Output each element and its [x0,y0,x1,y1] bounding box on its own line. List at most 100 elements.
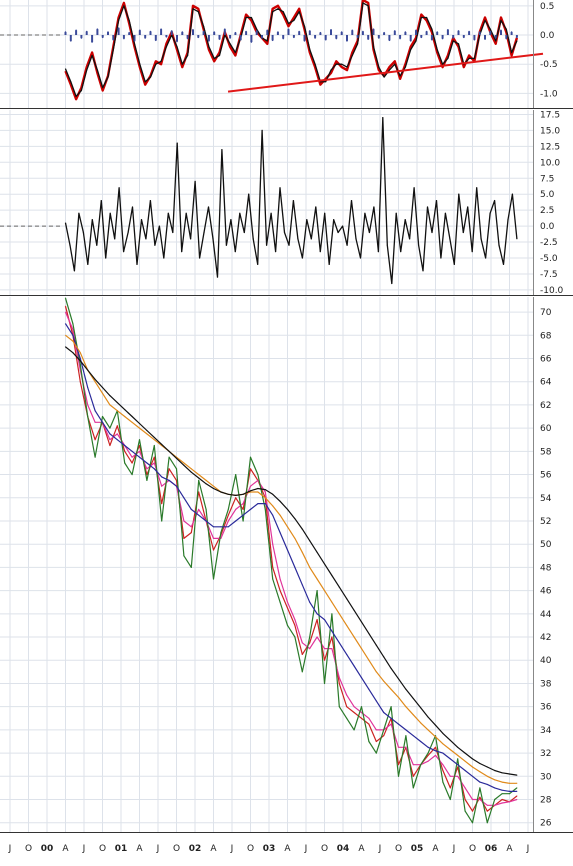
y-tick-label: 48 [540,563,552,573]
series-point [449,238,451,240]
series-point [400,251,402,253]
series-point [257,487,259,490]
series-point [168,479,170,481]
series-point [235,497,237,499]
histogram-point [340,31,343,33]
series-point [229,46,231,48]
series-point [377,251,379,253]
series-point [441,63,444,65]
x-tick-label: O [395,844,402,854]
series-point [360,711,363,714]
series-point [449,739,451,741]
series-point [127,231,129,234]
series-point [64,311,67,313]
series-point [168,468,170,470]
series-point [257,491,259,493]
series-point [500,16,502,19]
series-point [420,722,422,724]
series-point [288,244,290,246]
x-tick-label: J [304,844,308,854]
series-point [96,244,98,246]
series-point [216,276,219,278]
series-point [109,433,111,435]
series-point [158,225,160,227]
series-point [489,212,491,214]
series-point [70,81,72,83]
histogram-point [176,40,178,43]
series-point [420,707,422,709]
series-point [155,63,157,65]
histogram-point [425,30,428,33]
series-point [375,644,377,646]
series-point [242,514,244,516]
series-point [494,804,496,806]
series-point [353,665,355,667]
histogram-point [399,37,401,40]
series-point [486,822,488,824]
series-point [355,238,357,240]
y-tick-label: 56 [540,471,552,481]
series-point [256,28,258,30]
series-point [383,711,385,714]
series-point [124,408,126,411]
series-point [181,66,183,68]
series-point [479,762,481,765]
series-point [220,491,222,493]
x-tick-label: J [378,844,382,854]
series-point [64,346,67,348]
y-tick-label: 62 [540,401,551,411]
series-point [264,497,266,499]
histogram-point [505,37,508,40]
x-tick-label: A [506,844,513,854]
series-point [283,231,286,234]
series-point [116,402,118,404]
series-point [131,450,133,452]
series-point [493,199,496,202]
series-point [257,502,259,505]
series-point [80,89,83,92]
series-point [346,69,348,71]
series-point [316,636,318,638]
series-point [75,95,77,97]
series-point [175,468,178,470]
series-point [249,508,252,510]
series-point [486,804,488,806]
histogram-point [388,39,391,42]
series-point [394,60,396,62]
series-point [508,793,511,795]
series-point [257,263,259,265]
series-point [368,723,370,725]
y-tick-label: -1.0 [540,89,558,99]
series-point [434,750,437,752]
histogram-point [409,40,412,42]
series-point [471,810,474,812]
histogram-point [197,36,200,39]
histogram-point [170,30,173,32]
series-point [452,40,454,42]
series-point [94,381,96,383]
series-point [225,244,227,246]
series-point [235,520,237,522]
series-point [516,238,518,240]
series-point [427,716,429,718]
series-point [360,706,363,708]
series-point [212,238,214,240]
series-point [338,706,340,708]
series-point [412,697,414,700]
series-point [404,219,406,221]
series-point [297,238,299,240]
series-point [109,444,111,447]
series-point [279,601,281,603]
series-point [145,238,147,240]
series-point [417,244,420,246]
series-point [277,8,279,10]
histogram-point [261,37,263,39]
series-point [205,520,207,522]
series-point [183,462,185,464]
x-tick-label: 03 [263,844,276,854]
y-tick-label: -7.5 [540,270,558,280]
series-point [314,63,316,65]
series-point [123,5,125,7]
series-point [323,590,326,592]
histogram-point [208,40,210,42]
